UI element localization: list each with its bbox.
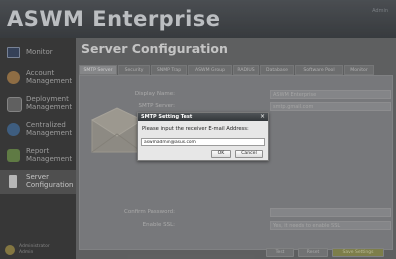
receiver-email-input[interactable] xyxy=(141,138,265,146)
ok-button[interactable]: OK xyxy=(211,150,231,158)
dialog-message: Please input the receiver E-mail Address… xyxy=(142,126,249,132)
app-window: ASWM Enterprise Admin Monitor Account Ma… xyxy=(0,0,396,259)
close-icon[interactable]: × xyxy=(260,113,265,121)
dialog-title-bar: SMTP Setting Test × xyxy=(138,113,268,121)
dialog-title: SMTP Setting Test xyxy=(141,114,193,120)
cancel-button[interactable]: Cancel xyxy=(235,150,263,158)
smtp-test-dialog: SMTP Setting Test × Please input the rec… xyxy=(137,112,269,161)
